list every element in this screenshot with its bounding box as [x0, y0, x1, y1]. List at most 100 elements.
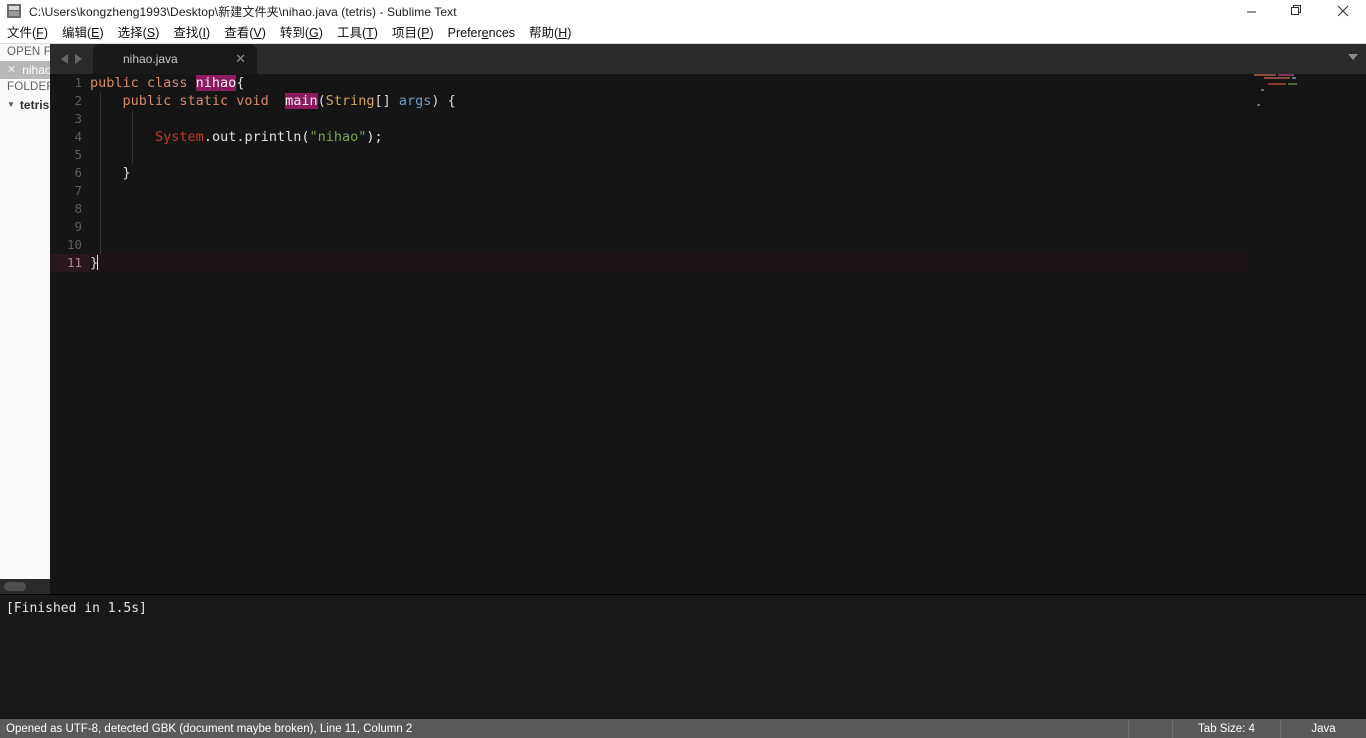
minimap-segment — [1292, 77, 1296, 79]
status-right-group: Tab Size: 4 Java — [1128, 719, 1366, 738]
menu-item-6[interactable]: 工具(T) — [330, 23, 385, 43]
code-line-9[interactable]: 9 — [50, 218, 1366, 236]
code-line-5[interactable]: 5 — [50, 146, 1366, 164]
line-number: 4 — [74, 129, 82, 144]
code-line-11[interactable]: 11} — [50, 254, 1366, 272]
sidebar-item-nihao-java[interactable]: ✕ nihao.java — [0, 61, 50, 79]
status-tab-size[interactable]: Tab Size: 4 — [1172, 719, 1280, 738]
code-line-8[interactable]: 8 — [50, 200, 1366, 218]
menu-item-2[interactable]: 选择(S) — [111, 23, 167, 43]
indent-guide — [100, 128, 101, 146]
line-number: 10 — [66, 237, 82, 252]
menu-item-9[interactable]: 帮助(H) — [522, 23, 578, 43]
build-output-panel[interactable]: [Finished in 1.5s] — [0, 594, 1366, 719]
indent-guide — [100, 236, 101, 254]
close-icon[interactable]: ✕ — [235, 52, 246, 65]
minimap-segment — [1254, 83, 1266, 85]
minimap-segment — [1264, 77, 1290, 79]
workspace: OPEN FILES ✕ nihao.java FOLDERS ▼ tetris… — [0, 44, 1366, 594]
sidebar: OPEN FILES ✕ nihao.java FOLDERS ▼ tetris — [0, 44, 50, 594]
menu-bar: 文件(F) 编辑(E) 选择(S) 查找(I) 查看(V) 转到(G) 工具(T) 项目(P)… — [0, 22, 1366, 44]
menu-item-1[interactable]: 编辑(E) — [55, 23, 111, 43]
menu-item-5[interactable]: 转到(G) — [273, 23, 330, 43]
code-line-text: } — [90, 254, 99, 272]
minimap-segment — [1288, 83, 1297, 85]
text-cursor — [97, 255, 99, 270]
code-token: { — [236, 75, 245, 91]
minimap-segment — [1254, 77, 1262, 79]
minimap-segment — [1254, 89, 1259, 91]
code-line-text: } — [90, 164, 131, 182]
menu-item-0[interactable]: 文件(F) — [0, 23, 55, 43]
restore-icon[interactable] — [1274, 0, 1320, 22]
sublime-text-icon — [6, 3, 22, 19]
line-number: 8 — [74, 201, 82, 216]
tab-nav-arrows — [50, 44, 93, 74]
indent-guide — [100, 110, 101, 128]
code-line-3[interactable]: 3 — [50, 110, 1366, 128]
minimap-segment — [1261, 89, 1264, 91]
chevron-right-icon[interactable] — [75, 54, 82, 64]
line-number: 3 — [74, 111, 82, 126]
minimap-segment — [1254, 104, 1255, 106]
sidebar-horizontal-scrollbar[interactable] — [0, 579, 50, 594]
line-number: 1 — [74, 75, 82, 90]
code-token: [] — [374, 93, 399, 109]
sidebar-folder-label: tetris — [19, 98, 50, 112]
minimize-icon[interactable] — [1228, 0, 1274, 22]
triangle-down-icon[interactable]: ▼ — [7, 96, 15, 114]
line-number: 11 — [50, 254, 90, 272]
minimap-segment — [1268, 83, 1286, 85]
line-number: 2 — [74, 93, 82, 108]
menu-item-8[interactable]: Preferences — [441, 23, 522, 43]
minimap-segment — [1257, 104, 1260, 106]
code-line-text: public static void main(String[] args) { — [90, 92, 456, 110]
sidebar-folders-header: FOLDERS — [7, 81, 50, 93]
code-line-2[interactable]: 2 public static void main(String[] args)… — [50, 92, 1366, 110]
chevron-down-icon[interactable] — [1348, 54, 1358, 60]
code-token: nihao — [195, 75, 237, 91]
menu-item-4[interactable]: 查看(V) — [217, 23, 273, 43]
code-line-10[interactable]: 10 — [50, 236, 1366, 254]
code-token: .out.println( — [203, 129, 310, 145]
code-line-6[interactable]: 6 } — [50, 164, 1366, 182]
indent-guide — [131, 110, 133, 128]
code-token: } — [90, 165, 131, 181]
sidebar-folder-tetris[interactable]: ▼ tetris — [0, 96, 50, 114]
close-icon[interactable] — [1320, 0, 1366, 22]
code-token: "nihao" — [309, 129, 367, 145]
code-minimap[interactable] — [1248, 74, 1366, 594]
code-token: public static void — [90, 93, 277, 109]
indent-guide — [100, 200, 101, 218]
scrollbar-thumb[interactable] — [4, 582, 26, 591]
indent-guide — [100, 92, 101, 110]
minimap-segment — [1278, 74, 1294, 76]
status-spacer — [1128, 719, 1172, 738]
tab-nihao-java[interactable]: nihao.java ✕ — [93, 44, 257, 74]
minimap-segment — [1254, 74, 1276, 76]
window-controls — [1228, 0, 1366, 22]
tab-strip: nihao.java ✕ — [50, 44, 1366, 74]
sidebar-open-file-label: nihao.java — [22, 63, 50, 77]
code-line-4[interactable]: 4 System.out.println("nihao"); — [50, 128, 1366, 146]
close-icon[interactable]: ✕ — [7, 61, 16, 79]
menu-item-7[interactable]: 项目(P) — [385, 23, 441, 43]
build-output-text: [Finished in 1.5s] — [6, 601, 147, 616]
chevron-left-icon[interactable] — [61, 54, 68, 64]
status-message: Opened as UTF-8, detected GBK (document … — [6, 722, 413, 735]
line-number: 5 — [74, 147, 82, 162]
menu-item-3[interactable]: 查找(I) — [166, 23, 217, 43]
code-line-7[interactable]: 7 — [50, 182, 1366, 200]
code-line-1[interactable]: 1 public class nihao{ — [50, 74, 1366, 92]
code-token: ( — [317, 93, 326, 109]
code-token: ); — [366, 129, 383, 145]
line-number: 6 — [74, 165, 82, 180]
code-editor[interactable]: 1 public class nihao{2 public static void… — [50, 74, 1366, 594]
indent-guide — [100, 182, 101, 200]
indent-guide — [131, 128, 133, 146]
code-token: String — [325, 93, 375, 109]
code-token: System — [155, 129, 204, 145]
status-language[interactable]: Java — [1280, 719, 1366, 738]
code-token: args — [398, 93, 432, 109]
